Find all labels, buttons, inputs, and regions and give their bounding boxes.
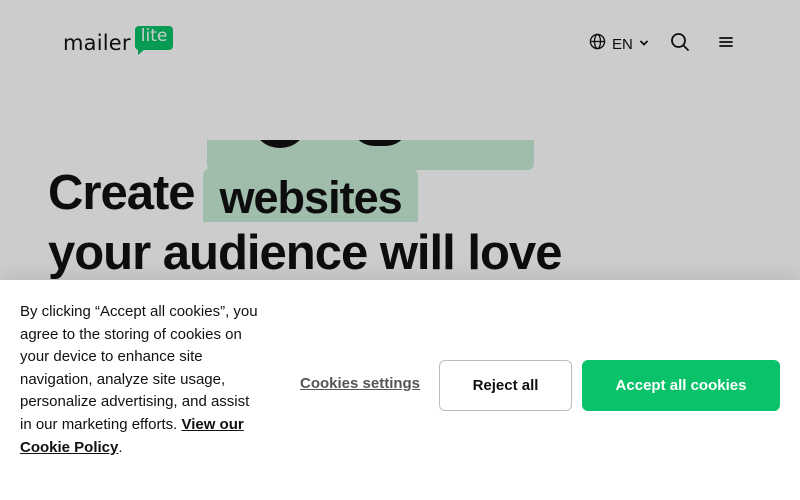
cookies-settings-button[interactable]: Cookies settings	[300, 375, 420, 392]
cookie-consent-message: By clicking “Accept all cookies”, you ag…	[20, 303, 258, 433]
logo-wordmark: mailer	[63, 31, 131, 55]
language-selector[interactable]: EN	[589, 33, 649, 55]
logo-badge: lite	[134, 26, 174, 55]
globe-icon	[589, 33, 606, 55]
hero-headline-line2: your audience will love	[48, 226, 562, 280]
hero-headline-line1: Create websites	[48, 164, 418, 223]
accept-all-cookies-button[interactable]: Accept all cookies	[582, 360, 780, 411]
language-code: EN	[612, 35, 633, 53]
search-icon[interactable]	[669, 31, 691, 53]
hamburger-menu-icon[interactable]	[716, 32, 736, 52]
cookie-text-trailing: .	[118, 438, 123, 456]
chevron-down-icon	[639, 35, 649, 53]
hero-prefix: Create	[48, 166, 196, 220]
site-header: mailer lite EN	[0, 0, 800, 90]
cookie-banner: By clicking “Accept all cookies”, you ag…	[0, 280, 800, 500]
hero-highlight-word: websites	[202, 168, 418, 223]
cookie-banner-text: By clicking “Accept all cookies”, you ag…	[20, 301, 260, 459]
rotating-word-fragment	[255, 140, 305, 148]
rotating-word-fragment	[355, 140, 405, 146]
reject-all-button[interactable]: Reject all	[439, 360, 572, 411]
mailerlite-logo[interactable]: mailer lite	[63, 22, 174, 56]
